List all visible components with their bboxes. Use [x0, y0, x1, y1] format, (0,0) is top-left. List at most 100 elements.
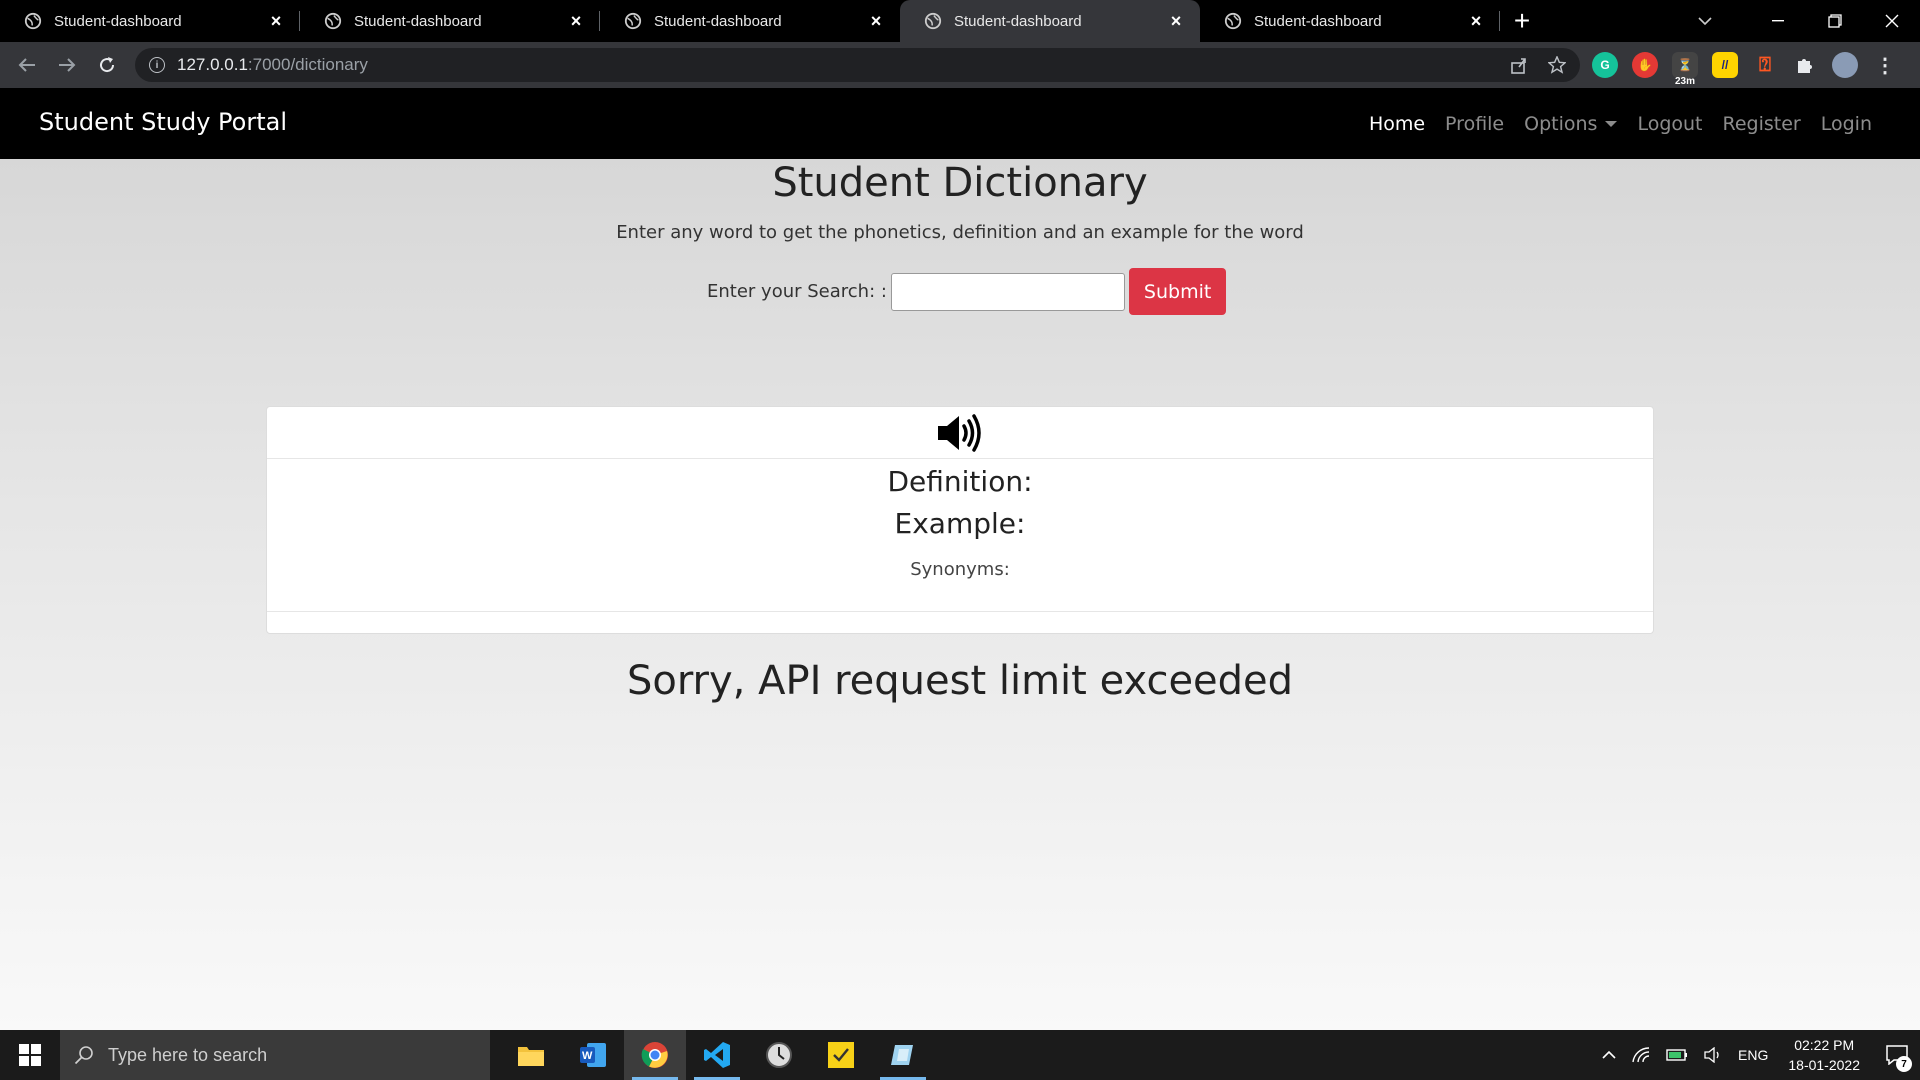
- reload-icon[interactable]: [87, 45, 127, 85]
- browser-tab-4-active[interactable]: Student-dashboard ×: [900, 0, 1200, 42]
- globe-icon: [1224, 12, 1242, 30]
- sticky-notes-icon[interactable]: [810, 1030, 872, 1080]
- omnibox-actions: [1510, 48, 1566, 82]
- clock-app-icon[interactable]: [748, 1030, 810, 1080]
- snipping-tool-icon[interactable]: [872, 1030, 934, 1080]
- kebab-menu-icon[interactable]: ⋮: [1872, 52, 1898, 78]
- window-controls: [1749, 0, 1920, 42]
- card-body: Definition: Example: Synonyms:: [267, 465, 1653, 607]
- site-info-icon[interactable]: i: [149, 57, 165, 73]
- globe-icon: [924, 12, 942, 30]
- tab-search-chevron-icon[interactable]: [1675, 0, 1735, 42]
- error-message: Sorry, API request limit exceeded: [626, 658, 1294, 704]
- minimize-icon[interactable]: [1749, 0, 1806, 42]
- search-input[interactable]: [890, 272, 1125, 311]
- windows-start-icon[interactable]: [0, 1030, 60, 1080]
- nav-links: Home Profile Options Logout Register Log…: [1369, 88, 1872, 159]
- page-subtitle: Enter any word to get the phonetics, def…: [616, 222, 1304, 243]
- forward-arrow-icon[interactable]: [47, 45, 87, 85]
- nav-register[interactable]: Register: [1723, 113, 1801, 135]
- language-indicator[interactable]: ENG: [1738, 1047, 1768, 1063]
- clock-time: 02:22 PM: [1794, 1037, 1855, 1053]
- profile-avatar[interactable]: [1832, 52, 1858, 78]
- url-text: 127.0.0.1:7000/dictionary: [177, 55, 368, 75]
- tab-title: Student-dashboard: [54, 12, 182, 30]
- taskbar-search-placeholder: Type here to search: [108, 1044, 268, 1065]
- browser-tab-1[interactable]: Student-dashboard ×: [0, 0, 300, 42]
- browser-tab-3[interactable]: Student-dashboard ×: [600, 0, 900, 42]
- system-tray: ENG 02:22 PM 18-01-2022 7: [1594, 1030, 1920, 1080]
- close-tab-icon[interactable]: ×: [866, 11, 886, 31]
- nav-options-label: Options: [1524, 112, 1598, 135]
- notification-count: 7: [1896, 1056, 1912, 1072]
- notifications-icon[interactable]: 7: [1874, 1030, 1920, 1080]
- definition-label: Definition:: [887, 465, 1033, 498]
- vscode-icon[interactable]: [686, 1030, 748, 1080]
- nav-login[interactable]: Login: [1821, 113, 1872, 135]
- extensions-area: G ✋ ⏳ 23m // ⍰ ⋮: [1592, 42, 1898, 88]
- volume-icon[interactable]: [1704, 1047, 1722, 1063]
- taskbar-clock[interactable]: 02:22 PM 18-01-2022: [1788, 1035, 1860, 1075]
- share-icon[interactable]: [1510, 56, 1528, 74]
- windows-taskbar: Type here to search W ENG 02:22 PM 18-01…: [0, 1030, 1920, 1080]
- nav-logout[interactable]: Logout: [1637, 113, 1702, 135]
- card-footer: [267, 611, 1653, 633]
- chevron-up-icon[interactable]: [1602, 1050, 1616, 1060]
- new-tab-button[interactable]: +: [1500, 0, 1544, 42]
- tab-title: Student-dashboard: [354, 12, 482, 30]
- hint-extension-icon[interactable]: ⍰: [1752, 52, 1778, 78]
- site-brand[interactable]: Student Study Portal: [39, 108, 287, 136]
- close-tab-icon[interactable]: ×: [1166, 11, 1186, 31]
- back-arrow-icon[interactable]: [7, 45, 47, 85]
- url-host: 127.0.0.1: [177, 55, 248, 74]
- chrome-icon[interactable]: [624, 1030, 686, 1080]
- search-label: Enter your Search: :: [707, 281, 887, 302]
- browser-tab-strip: Student-dashboard × Student-dashboard × …: [0, 0, 1920, 42]
- search-icon: [74, 1046, 93, 1065]
- nav-profile[interactable]: Profile: [1445, 113, 1504, 135]
- tab-separator: [1499, 11, 1500, 31]
- file-explorer-icon[interactable]: [500, 1030, 562, 1080]
- close-tab-icon[interactable]: ×: [266, 11, 286, 31]
- synonyms-label: Synonyms:: [910, 559, 1010, 580]
- restore-icon[interactable]: [1806, 0, 1863, 42]
- globe-icon: [324, 12, 342, 30]
- nav-home[interactable]: Home: [1369, 113, 1425, 135]
- example-label: Example:: [894, 507, 1026, 540]
- card-header: [267, 407, 1653, 459]
- browser-toolbar: i 127.0.0.1:7000/dictionary G ✋ ⏳ 23m // …: [0, 42, 1920, 88]
- extension-badge: 23m: [1674, 76, 1696, 87]
- nav-options-dropdown[interactable]: Options: [1524, 112, 1618, 135]
- browser-tab-5[interactable]: Student-dashboard ×: [1200, 0, 1500, 42]
- taskbar-search-box[interactable]: Type here to search: [60, 1030, 490, 1080]
- tab-title: Student-dashboard: [654, 12, 782, 30]
- bookmark-star-icon[interactable]: [1548, 56, 1566, 74]
- globe-icon: [624, 12, 642, 30]
- caret-down-icon: [1605, 121, 1618, 127]
- svg-text:W: W: [582, 1050, 593, 1062]
- puzzle-extensions-icon[interactable]: [1792, 52, 1818, 78]
- word-icon[interactable]: W: [562, 1030, 624, 1080]
- battery-icon[interactable]: [1666, 1048, 1688, 1062]
- search-form: Enter your Search: : Submit: [707, 268, 1227, 315]
- page-content: Student Study Portal Home Profile Option…: [0, 88, 1920, 1030]
- timer-extension-icon[interactable]: ⏳ 23m: [1672, 52, 1698, 87]
- grammarly-extension-icon[interactable]: G: [1592, 52, 1618, 78]
- notes-extension-icon[interactable]: //: [1712, 52, 1738, 78]
- tab-title: Student-dashboard: [1254, 12, 1382, 30]
- clock-date: 18-01-2022: [1788, 1057, 1860, 1073]
- close-tab-icon[interactable]: ×: [1466, 11, 1486, 31]
- close-window-icon[interactable]: [1863, 0, 1920, 42]
- browser-tab-2[interactable]: Student-dashboard ×: [300, 0, 600, 42]
- close-tab-icon[interactable]: ×: [566, 11, 586, 31]
- speaker-icon[interactable]: [936, 413, 984, 453]
- wifi-icon[interactable]: [1632, 1047, 1650, 1063]
- submit-button[interactable]: Submit: [1128, 268, 1227, 315]
- url-path: :7000/dictionary: [247, 55, 368, 74]
- taskbar-apps: W: [500, 1030, 934, 1080]
- page-title: Student Dictionary: [772, 160, 1148, 206]
- globe-icon: [24, 12, 42, 30]
- site-navbar: Student Study Portal Home Profile Option…: [0, 88, 1920, 159]
- address-bar[interactable]: i 127.0.0.1:7000/dictionary: [135, 48, 1580, 82]
- adblock-extension-icon[interactable]: ✋: [1632, 52, 1658, 78]
